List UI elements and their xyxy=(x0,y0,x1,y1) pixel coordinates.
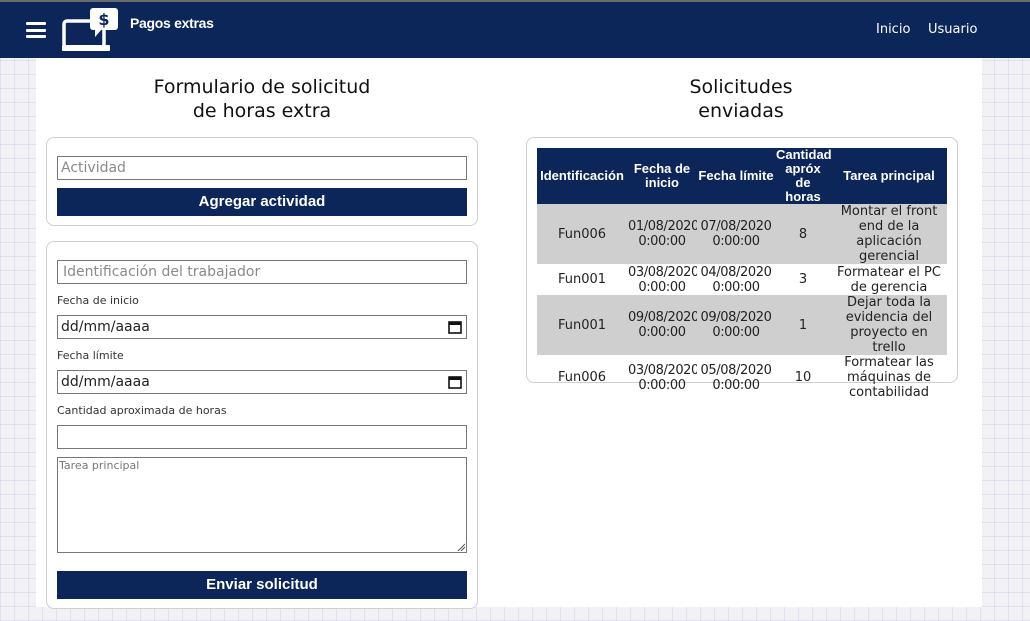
cell-start-date: 03/08/2020 0:00:00 xyxy=(628,362,697,393)
cell-task: Formatear el PC de gerencia xyxy=(837,264,941,295)
column-header: Tarea principal xyxy=(831,148,947,204)
start-date-label: Fecha de inicio xyxy=(57,294,139,307)
table-row: Fun001 09/08/2020 0:00:00 09/08/2020 0:00:… xyxy=(537,295,947,355)
requests-table: Identificación Fecha de inicio Fecha lím… xyxy=(537,148,947,400)
activity-card: Actividad Agregar actividad xyxy=(46,137,478,226)
cell-hours: 1 xyxy=(775,295,831,355)
cell-end-date: 05/08/2020 0:00:00 xyxy=(700,362,772,393)
brand-name: Pagos extras xyxy=(130,15,214,31)
main-content: Formulario de solicitud de horas extra A… xyxy=(36,58,982,609)
cell-hours: 10 xyxy=(794,370,812,385)
hours-input[interactable] xyxy=(57,425,467,449)
start-date-input[interactable]: dd/mm/aaaa xyxy=(57,315,467,339)
cell-start-date: 01/08/2020 0:00:00 xyxy=(627,204,697,264)
submit-request-button[interactable]: Enviar solicitud xyxy=(57,571,467,599)
form-title: Formulario de solicitud de horas extra xyxy=(153,76,371,122)
cell-end-date: 09/08/2020 0:00:00 xyxy=(697,295,775,355)
column-header: Cantidad apróx de horas xyxy=(775,148,831,204)
column-header: Fecha de inicio xyxy=(627,148,697,204)
activity-input[interactable]: Actividad xyxy=(57,156,467,180)
cell-id: Fun006 xyxy=(537,204,627,264)
cell-task: Formatear las máquinas de contabilidad xyxy=(844,355,934,400)
cell-id: Fun001 xyxy=(537,295,627,355)
cell-start-date: 09/08/2020 0:00:00 xyxy=(627,295,697,355)
laptop-dollar-icon: $ xyxy=(62,8,118,51)
nav-inicio-link[interactable]: Inicio xyxy=(876,22,910,37)
requests-title: Solicitudes enviadas xyxy=(689,76,793,122)
cell-start-date: 03/08/2020 0:00:00 xyxy=(628,264,697,295)
svg-text:$: $ xyxy=(98,10,109,29)
cell-hours: 8 xyxy=(775,204,831,264)
requests-card: Identificación Fecha de inicio Fecha lím… xyxy=(526,137,958,400)
resize-grip-icon[interactable] xyxy=(457,543,465,551)
cell-id: Fun006 xyxy=(557,370,607,385)
main-task-textarea[interactable]: Tarea principal xyxy=(57,457,467,553)
column-header: Fecha límite xyxy=(697,148,775,204)
add-activity-button[interactable]: Agregar actividad xyxy=(57,188,467,216)
navbar: $ Pagos extras Inicio Usuario xyxy=(0,2,1030,58)
cell-end-date: 07/08/2020 0:00:00 xyxy=(697,204,775,264)
table-header-row: Identificación Fecha de inicio Fecha lím… xyxy=(537,148,947,204)
end-date-label: Fecha límite xyxy=(57,349,124,362)
hours-label: Cantidad aproximada de horas xyxy=(57,404,227,417)
table-row: Fun006 03/08/2020 0:00:00 05/08/2020 0:00:… xyxy=(537,355,947,400)
request-form-card: Identificación del trabajador Fecha de i… xyxy=(46,241,478,609)
calendar-icon[interactable] xyxy=(448,320,462,334)
hamburger-menu-icon[interactable] xyxy=(26,22,46,38)
cell-hours: 3 xyxy=(798,272,808,287)
nav-usuario-link[interactable]: Usuario xyxy=(928,22,977,37)
end-date-input[interactable]: dd/mm/aaaa xyxy=(57,370,467,394)
table-row: Fun001 03/08/2020 0:00:00 04/08/2020 0:00:… xyxy=(537,264,947,295)
worker-id-input[interactable]: Identificación del trabajador xyxy=(57,260,467,284)
calendar-icon[interactable] xyxy=(448,375,462,389)
table-row: Fun006 01/08/2020 0:00:00 07/08/2020 0:00:… xyxy=(537,204,947,264)
cell-task: Dejar toda la evidencia del proyecto en … xyxy=(831,295,947,355)
cell-end-date: 04/08/2020 0:00:00 xyxy=(700,264,772,295)
cell-id: Fun001 xyxy=(557,272,607,287)
column-header: Identificación xyxy=(537,148,627,204)
cell-task: Montar el front end de la aplicación ger… xyxy=(831,204,947,264)
